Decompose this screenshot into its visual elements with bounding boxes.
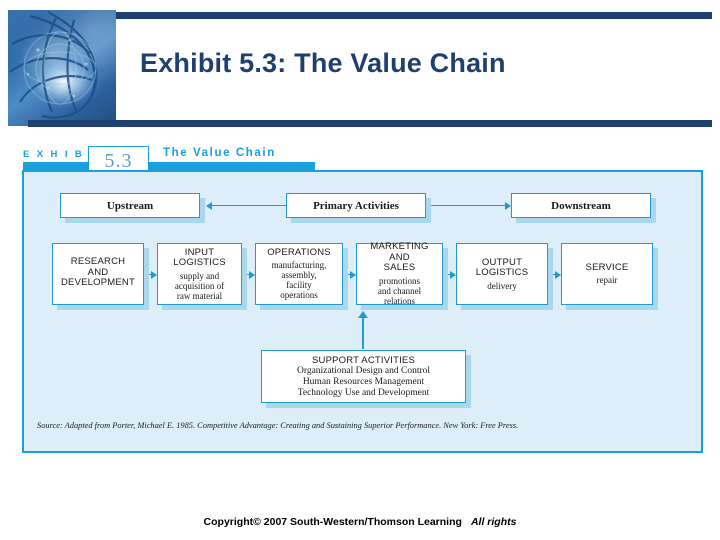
box-description: delivery [487, 280, 517, 291]
source-note: Source: Adapted from Porter, Michael E. … [37, 421, 519, 430]
arrowhead-support-upward [358, 307, 368, 318]
exhibit-subtitle: The Value Chain [163, 147, 276, 159]
box-description: manufacturing, assembly, facility operat… [271, 260, 327, 301]
diagram-box-upstream: Upstream [60, 193, 200, 218]
diagram-box-output-logistics: OUTPUT LOGISTICS delivery [456, 243, 548, 305]
header-rule-top [116, 12, 712, 19]
box-description: Organizational Design and Control Human … [296, 365, 431, 398]
box-caption: SERVICE [585, 261, 629, 273]
copyright-text: Copyright© 2007 South-Western/Thomson Le… [203, 516, 462, 528]
diagram-box-support-activities: SUPPORT ACTIVITIES Organizational Design… [261, 350, 466, 403]
diagram-box-downstream: Downstream [511, 193, 651, 218]
diagram-box-service: SERVICE repair [561, 243, 653, 305]
box-caption: INPUT LOGISTICS [173, 246, 226, 268]
diagram-box-input-logistics: INPUT LOGISTICS supply and acquisition o… [157, 243, 242, 305]
box-caption: SUPPORT ACTIVITIES [311, 354, 416, 366]
rights-text: All rights [470, 516, 517, 528]
box-label: Primary Activities [313, 199, 399, 212]
box-description: supply and acquisition of raw material [174, 270, 225, 301]
slide-footer: Copyright© 2007 South-Western/Thomson Le… [0, 516, 720, 528]
connector-primary-to-upstream [212, 205, 286, 207]
box-label: Downstream [551, 199, 611, 212]
diagram-box-operations: OPERATIONS manufacturing, assembly, faci… [255, 243, 343, 305]
value-chain-diagram: Upstream Primary Activities Downstream R… [22, 170, 703, 453]
box-label: Upstream [106, 199, 154, 212]
box-caption: OPERATIONS [267, 246, 331, 258]
box-description: promotions and channel relations [377, 275, 422, 306]
connector-support-to-activities [362, 313, 364, 349]
header-rule-bottom [28, 120, 712, 127]
diagram-box-research-and-development: RESEARCH AND DEVELOPMENT [52, 243, 144, 305]
box-description: repair [596, 275, 618, 286]
page-title: Exhibit 5.3: The Value Chain [140, 48, 506, 78]
box-caption: OUTPUT LOGISTICS [475, 256, 529, 278]
slide-header: Exhibit 5.3: The Value Chain [0, 0, 720, 132]
arrowhead-upstream [206, 202, 212, 210]
diagram-box-marketing-and-sales: MARKETING AND SALES promotions and chann… [356, 241, 443, 306]
abstract-blue-globe-network-image [8, 10, 116, 126]
diagram-box-primary-activities: Primary Activities [286, 193, 426, 218]
box-caption: RESEARCH AND DEVELOPMENT [61, 256, 135, 289]
box-caption: MARKETING AND SALES [370, 241, 429, 274]
exhibit-rule [23, 162, 315, 170]
connector-primary-to-downstream [426, 205, 505, 207]
